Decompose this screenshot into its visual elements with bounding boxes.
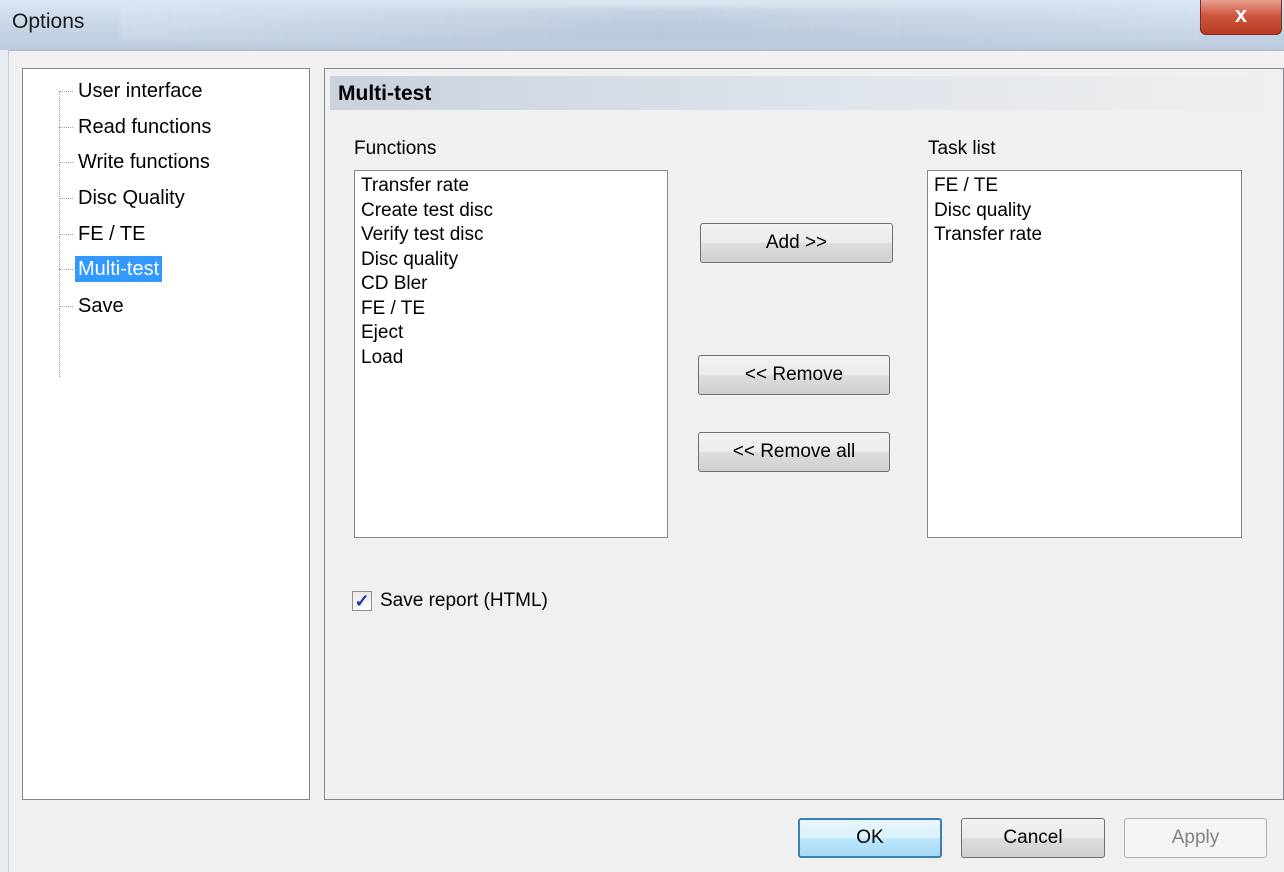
tree-item-label: Multi-test [75, 256, 163, 282]
tree-item-label: Save [78, 295, 124, 317]
add-button[interactable]: Add >> [700, 223, 893, 263]
tree-item-write-functions[interactable]: Write functions [59, 149, 213, 175]
list-item[interactable]: Transfer rate [361, 174, 661, 199]
tree-item-multi-test[interactable]: Multi-test [59, 256, 163, 282]
tree-connector [59, 161, 73, 163]
tree-connector [59, 233, 73, 235]
tree-item-user-interface[interactable]: User interface [59, 78, 206, 104]
tree-item-label: Read functions [78, 116, 212, 138]
save-report-option[interactable]: ✓ Save report (HTML) [352, 590, 548, 612]
page-title: Multi-test [330, 76, 1280, 110]
tree-item-label: Write functions [78, 151, 210, 173]
list-item[interactable]: Eject [361, 321, 661, 346]
tree-connector [59, 90, 73, 92]
list-item[interactable]: Disc quality [361, 248, 661, 273]
tree-item-label: FE / TE [78, 223, 146, 245]
remove-all-button[interactable]: << Remove all [698, 432, 890, 472]
list-item[interactable]: Verify test disc [361, 223, 661, 248]
title-bar: Options x [0, 0, 1284, 51]
list-item[interactable]: Create test disc [361, 199, 661, 224]
tree-item-label: Disc Quality [78, 187, 185, 209]
apply-button[interactable]: Apply [1124, 818, 1267, 858]
tree-connector [59, 126, 73, 128]
cancel-button[interactable]: Cancel [961, 818, 1105, 858]
ok-button[interactable]: OK [798, 818, 942, 858]
list-item[interactable]: CD Bler [361, 272, 661, 297]
functions-label: Functions [354, 138, 437, 159]
tree-item-disc-quality[interactable]: Disc Quality [59, 185, 188, 211]
list-item[interactable]: FE / TE [934, 174, 1235, 199]
tree-connector [59, 197, 73, 199]
checkmark-icon: ✓ [354, 590, 370, 611]
remove-button[interactable]: << Remove [698, 355, 890, 395]
tree-connector [59, 268, 73, 270]
tree-connector [59, 305, 73, 307]
window-frame-edge [0, 50, 9, 872]
tree-item-read-functions[interactable]: Read functions [59, 114, 214, 140]
close-button[interactable]: x [1200, 0, 1282, 35]
tree-item-label: User interface [78, 80, 203, 102]
tree-item-fe-te[interactable]: FE / TE [59, 221, 148, 247]
window-title: Options [12, 10, 85, 33]
save-report-checkbox[interactable]: ✓ [352, 591, 372, 611]
list-item[interactable]: Load [361, 346, 661, 371]
tree-item-save[interactable]: Save [59, 293, 127, 319]
options-tree: User interface Read functions Write func… [22, 68, 310, 800]
list-item[interactable]: Transfer rate [934, 223, 1235, 248]
list-item[interactable]: Disc quality [934, 199, 1235, 224]
save-report-label: Save report (HTML) [380, 590, 548, 611]
functions-listbox[interactable]: Transfer rate Create test disc Verify te… [354, 170, 668, 538]
title-bar-background [120, 8, 1200, 42]
task-listbox[interactable]: FE / TE Disc quality Transfer rate [927, 170, 1242, 538]
task-list-label: Task list [928, 138, 996, 159]
list-item[interactable]: FE / TE [361, 297, 661, 322]
close-icon: x [1234, 2, 1248, 27]
